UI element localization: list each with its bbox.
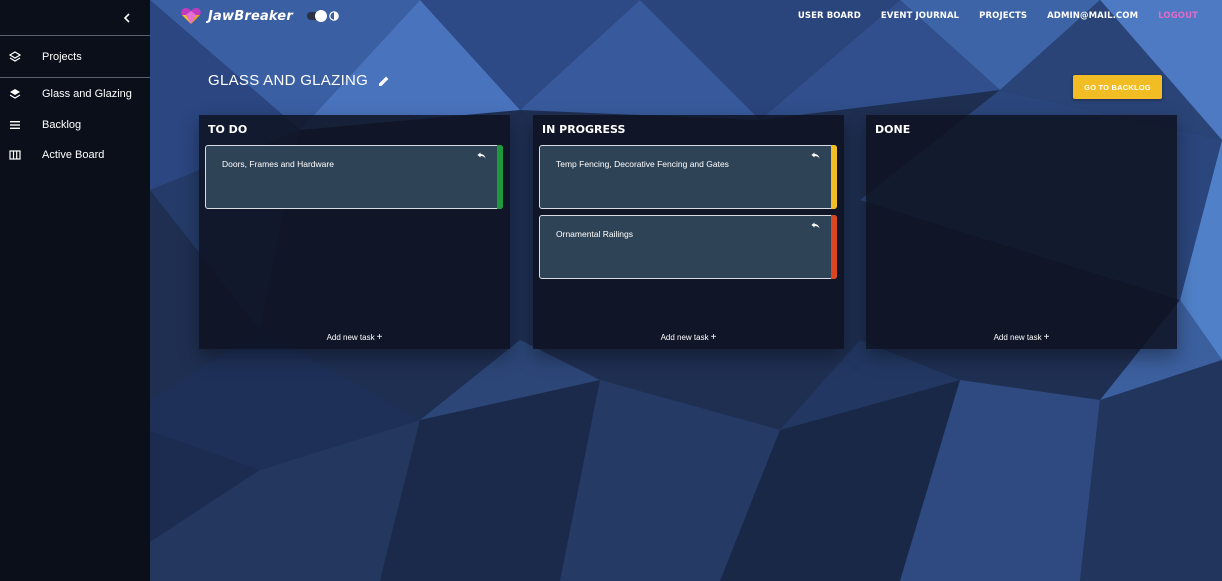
column-done: DONE Add new task + (866, 115, 1177, 349)
add-task-label: Add new task (993, 333, 1042, 342)
undo-arrow-icon[interactable] (811, 152, 820, 159)
app-logo[interactable]: JawBreaker (180, 7, 293, 25)
add-task-label: Add new task (660, 333, 709, 342)
chevron-left-icon (123, 12, 130, 23)
sidebar-collapse-button[interactable] (0, 0, 150, 36)
column-title: TO DO (208, 123, 248, 136)
brightness-icon (329, 11, 339, 21)
add-new-task-button[interactable]: Add new task + (199, 332, 510, 343)
toggle-track (306, 10, 327, 22)
sidebar-item-projects[interactable]: Projects (0, 36, 150, 78)
plus-icon: + (376, 332, 383, 343)
column-to-do: TO DO Doors, Frames and Hardware Add new… (199, 115, 510, 349)
heart-gem-logo-icon (181, 8, 201, 24)
nav-projects[interactable]: PROJECTS (979, 11, 1027, 21)
sidebar-item-label: Backlog (42, 119, 82, 131)
undo-arrow-icon[interactable] (477, 152, 486, 159)
sidebar: Projects Glass and Glazing Backlog Activ… (0, 0, 150, 581)
go-to-backlog-button[interactable]: GO TO BACKLOG (1073, 75, 1162, 99)
column-title: DONE (875, 123, 911, 136)
sidebar-item-glass-and-glazing[interactable]: Glass and Glazing (0, 78, 150, 110)
logout-link[interactable]: LOGOUT (1158, 11, 1198, 21)
sidebar-item-active-board[interactable]: Active Board (0, 140, 150, 170)
nav-user-board[interactable]: USER BOARD (798, 11, 861, 21)
sidebar-item-label: Glass and Glazing (42, 88, 132, 100)
add-task-label: Add new task (326, 333, 375, 342)
edit-pencil-icon[interactable] (378, 75, 390, 87)
column-in-progress: IN PROGRESS Temp Fencing, Decorative Fen… (533, 115, 844, 349)
page-title: GLASS AND GLAZING (208, 72, 369, 89)
column-title: IN PROGRESS (542, 123, 626, 136)
sidebar-item-backlog[interactable]: Backlog (0, 110, 150, 140)
theme-toggle[interactable] (306, 10, 340, 22)
plus-icon: + (710, 332, 717, 343)
task-title: Temp Fencing, Decorative Fencing and Gat… (556, 159, 729, 169)
nav-user-email[interactable]: ADMIN@MAIL.COM (1047, 11, 1138, 21)
priority-indicator (497, 145, 503, 209)
board-columns-icon (8, 148, 22, 162)
add-new-task-button[interactable]: Add new task + (533, 332, 844, 343)
top-nav: USER BOARD EVENT JOURNAL PROJECTS ADMIN@… (778, 11, 1198, 21)
sidebar-item-label: Active Board (42, 149, 105, 161)
task-title: Doors, Frames and Hardware (222, 159, 334, 169)
app-name: JawBreaker (208, 8, 293, 24)
sidebar-item-label: Projects (42, 50, 82, 63)
task-card[interactable]: Doors, Frames and Hardware (205, 145, 503, 209)
top-bar: JawBreaker USER BOARD EVENT JOURNAL PROJ… (150, 0, 1222, 32)
priority-indicator (831, 145, 837, 209)
priority-indicator (831, 215, 837, 279)
undo-arrow-icon[interactable] (811, 222, 820, 229)
nav-event-journal[interactable]: EVENT JOURNAL (881, 11, 959, 21)
page-header: GLASS AND GLAZING (208, 72, 390, 89)
task-title: Ornamental Railings (556, 229, 634, 239)
plus-icon: + (1043, 332, 1050, 343)
list-icon (8, 118, 22, 132)
layers-icon (8, 50, 22, 64)
layers-filled-icon (8, 87, 22, 101)
add-new-task-button[interactable]: Add new task + (866, 332, 1177, 343)
task-card[interactable]: Ornamental Railings (539, 215, 837, 279)
task-card[interactable]: Temp Fencing, Decorative Fencing and Gat… (539, 145, 837, 209)
